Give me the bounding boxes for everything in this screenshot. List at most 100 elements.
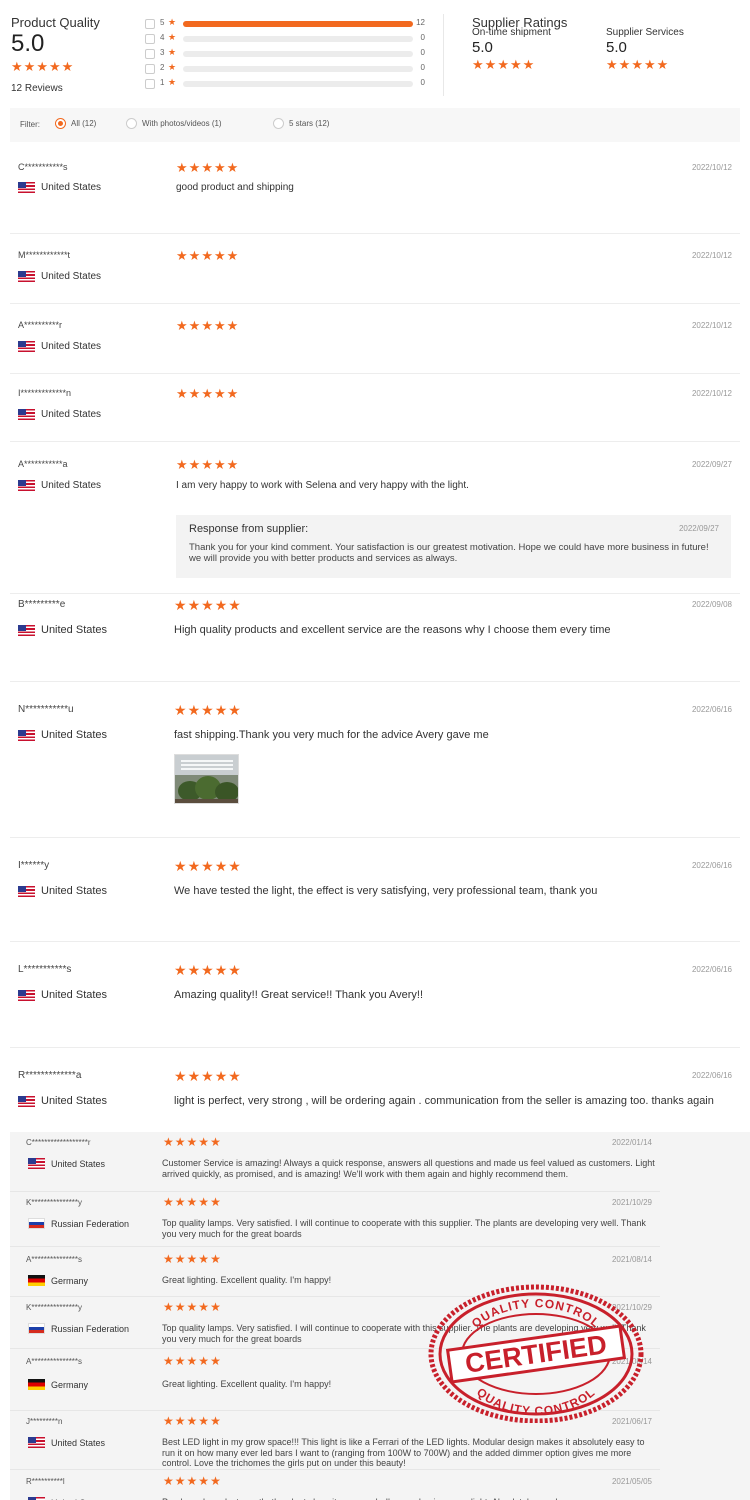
review-stars: ★ ★ ★ ★ ★ bbox=[163, 1253, 221, 1265]
rating-checkbox[interactable] bbox=[145, 34, 155, 44]
rating-bar-2[interactable]: 2 ★ 0 bbox=[145, 62, 425, 77]
review-date: 2022/06/16 bbox=[691, 965, 732, 974]
radio-selected-icon[interactable] bbox=[55, 118, 66, 129]
country-name: United States bbox=[41, 624, 108, 636]
rating-checkbox[interactable] bbox=[145, 79, 155, 89]
filter-all[interactable]: All (12) bbox=[55, 118, 96, 129]
star-icon: ★ bbox=[163, 1252, 174, 1266]
star-icon: ★ bbox=[188, 160, 201, 175]
review-date: 2022/06/16 bbox=[691, 705, 732, 714]
star-icon: ★ bbox=[201, 248, 213, 263]
older-review-item: K***************y Russian Federation ★ ★ ★ ★ ★… bbox=[10, 1192, 660, 1247]
country-flag-icon bbox=[28, 1437, 45, 1448]
star-icon: ★ bbox=[186, 1300, 198, 1314]
star-icon: ★ bbox=[168, 32, 177, 42]
star-icon: ★ bbox=[606, 57, 618, 72]
star-icon: ★ bbox=[214, 597, 228, 613]
country-flag-icon bbox=[18, 729, 35, 741]
rating-bar-fill bbox=[183, 21, 413, 27]
reviewer-name: A**********r bbox=[18, 320, 63, 330]
rating-bar-5[interactable]: 5 ★ 12 bbox=[145, 17, 425, 32]
star-icon: ★ bbox=[163, 1474, 174, 1488]
star-icon: ★ bbox=[213, 160, 226, 175]
filter-with-photos[interactable]: With photos/videos (1) bbox=[126, 118, 222, 129]
review-stars: ★ ★ ★ ★ ★ bbox=[176, 161, 238, 174]
review-stars: ★ ★ ★ ★ ★ bbox=[174, 598, 241, 612]
star-icon: ★ bbox=[228, 858, 241, 874]
review-item: C***********s United States ★ ★ ★ ★ ★ 2022/10/1… bbox=[10, 152, 740, 234]
star-icon: ★ bbox=[201, 457, 213, 472]
supplier-response-text: Thank you for your kind comment. Your sa… bbox=[189, 542, 709, 564]
reviewer-name: A***********a bbox=[18, 459, 68, 469]
star-icon: ★ bbox=[187, 597, 201, 613]
rating-bar-label: 3 bbox=[160, 48, 165, 57]
review-stars: ★ ★ ★ ★ ★ bbox=[174, 859, 241, 873]
reviewer-country: United States bbox=[18, 989, 107, 1001]
star-icon: ★ bbox=[497, 57, 509, 72]
star-icon: ★ bbox=[214, 1068, 228, 1084]
star-icon: ★ bbox=[198, 1354, 210, 1368]
review-stars: ★ ★ ★ ★ ★ bbox=[174, 703, 241, 717]
review-text: I am very happy to work with Selena and … bbox=[176, 480, 469, 491]
star-icon: ★ bbox=[198, 1474, 210, 1488]
filter-5-stars[interactable]: 5 stars (12) bbox=[273, 118, 329, 129]
rating-bar-count: 0 bbox=[420, 63, 425, 72]
review-stars: ★ ★ ★ ★ ★ bbox=[174, 963, 241, 977]
star-icon: ★ bbox=[176, 248, 188, 263]
star-icon: ★ bbox=[210, 1300, 221, 1314]
reviewer-country: United States bbox=[28, 1437, 105, 1448]
star-icon: ★ bbox=[509, 57, 522, 72]
star-icon: ★ bbox=[186, 1414, 198, 1428]
product-quality-stars: ★ ★ ★ ★ ★ bbox=[11, 60, 73, 73]
older-review-item: R**********lUnited States★★★★★2021/05/05… bbox=[10, 1470, 660, 1500]
star-icon: ★ bbox=[61, 59, 74, 74]
reviewer-name: I******y bbox=[18, 860, 50, 871]
reviewer-name: M************t bbox=[18, 250, 71, 260]
review-stars: ★ ★ ★ ★ ★ bbox=[176, 319, 238, 332]
reviewer-name: I*************n bbox=[18, 388, 72, 398]
rating-bar-label: 5 bbox=[160, 18, 165, 27]
reviewer-country: United States bbox=[18, 480, 101, 491]
star-icon: ★ bbox=[174, 597, 187, 613]
star-icon: ★ bbox=[643, 57, 656, 72]
country-flag-icon bbox=[18, 271, 35, 282]
rating-checkbox[interactable] bbox=[145, 64, 155, 74]
review-date: 2022/09/08 bbox=[691, 600, 732, 609]
country-flag-icon bbox=[18, 624, 35, 636]
rating-bar-1[interactable]: 1 ★ 0 bbox=[145, 77, 425, 92]
review-photo-thumbnail[interactable] bbox=[174, 754, 239, 804]
rating-checkbox[interactable] bbox=[145, 49, 155, 59]
star-icon: ★ bbox=[201, 597, 214, 613]
reviewer-name: R**********l bbox=[26, 1477, 65, 1486]
star-icon: ★ bbox=[656, 57, 669, 72]
reviewer-country: United States bbox=[18, 885, 107, 897]
review-text: Best LED light in my grow space!!! This … bbox=[162, 1437, 645, 1468]
reviewer-name: C***********s bbox=[18, 162, 68, 172]
rating-checkbox[interactable] bbox=[145, 19, 155, 29]
radio-icon[interactable] bbox=[126, 118, 137, 129]
star-icon: ★ bbox=[174, 702, 187, 718]
rating-bar-4[interactable]: 4 ★ 0 bbox=[145, 32, 425, 47]
rating-bar-track bbox=[183, 21, 413, 27]
ontime-shipment-stars: ★ ★ ★ ★ ★ bbox=[472, 58, 534, 71]
star-icon: ★ bbox=[522, 57, 535, 72]
country-name: United States bbox=[41, 182, 102, 193]
country-flag-icon bbox=[18, 885, 35, 897]
country-name: Germany bbox=[51, 1379, 89, 1390]
reviewer-name: J*********n bbox=[26, 1417, 63, 1426]
rating-bar-3[interactable]: 3 ★ 0 bbox=[145, 47, 425, 62]
reviewer-name: A***************s bbox=[26, 1357, 83, 1366]
review-text: good product and shipping bbox=[176, 182, 294, 193]
quality-control-certified-seal-icon: QUALITY CONTROL QUALITY CONTROL CERTIFIE… bbox=[428, 1284, 644, 1423]
review-date: 2021/08/14 bbox=[611, 1255, 652, 1264]
star-icon: ★ bbox=[201, 962, 214, 978]
country-flag-icon bbox=[18, 989, 35, 1001]
reviewer-country: United States bbox=[18, 624, 107, 636]
radio-icon[interactable] bbox=[273, 118, 284, 129]
review-text: Top quality lamps. Very satisfied. I wil… bbox=[162, 1218, 646, 1239]
country-name: United States bbox=[41, 989, 108, 1001]
star-icon: ★ bbox=[11, 59, 23, 74]
country-flag-icon bbox=[28, 1158, 45, 1169]
reviewer-name: A***************s bbox=[26, 1255, 83, 1264]
star-icon: ★ bbox=[186, 1195, 198, 1209]
